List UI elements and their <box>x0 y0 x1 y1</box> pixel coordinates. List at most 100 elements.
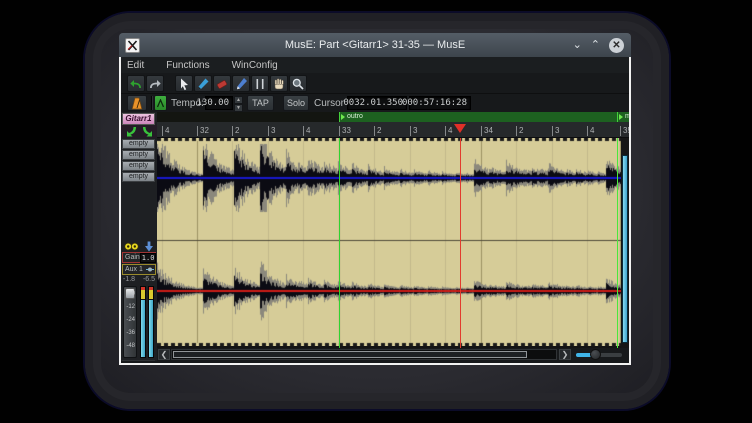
gain-row: Gain 1.0 <box>122 252 156 263</box>
hscroll-thumb[interactable] <box>173 351 527 358</box>
pointer-tool-button[interactable] <box>175 75 193 92</box>
marker-outro[interactable]: outro <box>339 112 617 122</box>
gain-value[interactable]: 1.0 <box>140 253 157 263</box>
part-name-badge[interactable]: Gitarr1 <box>122 113 155 125</box>
range-icon <box>253 77 267 91</box>
solo-button[interactable]: Solo <box>283 95 309 111</box>
ruler-tick: 3 <box>268 126 275 136</box>
ruler-tick: 2 <box>374 126 381 136</box>
level-db-display[interactable]: 1.0 dB <box>122 360 155 361</box>
route-row <box>121 240 157 252</box>
meter-left <box>140 286 146 358</box>
ruler-tick: 2 <box>516 126 523 136</box>
next-part-icon[interactable] <box>141 126 153 137</box>
aux-row: Aux 1 <box>122 264 156 275</box>
aux-knob-icon[interactable] <box>145 266 155 273</box>
wave-editor: Gitarr1 emptyemptyemptyempty <box>121 112 629 361</box>
undo-button[interactable] <box>127 75 145 92</box>
empty-slot-button[interactable]: empty <box>122 150 155 160</box>
cursor-bbt-field: 0032.01.350 <box>347 96 407 110</box>
aux-label: Aux 1 <box>123 266 143 273</box>
cursor-label: Cursor <box>314 98 344 109</box>
fader-scale-label: -12 <box>126 304 135 310</box>
marker-mo[interactable]: mo <box>617 112 629 122</box>
hand-icon <box>272 77 286 91</box>
hscroll-track[interactable] <box>171 349 557 360</box>
meter-right <box>148 286 154 358</box>
eraser-tool-button[interactable] <box>213 75 231 92</box>
draw-icon <box>234 77 248 91</box>
tap-button[interactable]: TAP <box>247 95 274 111</box>
ruler-tick: 4 <box>445 126 452 136</box>
empty-slot-button[interactable]: empty <box>122 172 155 182</box>
stereo-icon[interactable] <box>124 242 139 251</box>
pencil-icon <box>196 77 210 91</box>
spin-up-icon[interactable]: ▲ <box>234 96 243 104</box>
metronome-icon <box>131 97 143 110</box>
ruler-tick: 4 <box>303 126 310 136</box>
track-panel: Gitarr1 emptyemptyemptyempty <box>121 112 157 361</box>
waveform-canvas[interactable] <box>157 138 621 346</box>
title-bar[interactable]: MusE: Part <Gitarr1> 31-35 — MusE ⌄ ⌃ ✕ <box>119 33 631 57</box>
range-tool-button[interactable] <box>251 75 269 92</box>
marker-flag-icon <box>619 114 623 120</box>
prev-part-icon[interactable] <box>126 126 138 137</box>
empty-slot-button[interactable]: empty <box>122 161 155 171</box>
minimize-icon[interactable]: ⌄ <box>573 40 582 51</box>
hzoom-slider[interactable] <box>576 353 622 357</box>
muse-window: MusE: Part <Gitarr1> 31-35 — MusE ⌄ ⌃ ✕ … <box>119 33 631 365</box>
tempo-value-field[interactable]: 130.00 <box>205 96 233 110</box>
pan-tool-button[interactable] <box>270 75 288 92</box>
ruler-tick: 35 <box>620 126 629 136</box>
time-ruler[interactable]: 432234332343423435 <box>157 122 629 138</box>
window-content: Edit Functions WinConfig <box>119 57 631 365</box>
ruler-tick: 2 <box>232 126 239 136</box>
scroll-right-icon[interactable]: ❯ <box>559 349 571 360</box>
canvas-vertical-line <box>617 138 618 348</box>
magnifier-icon <box>291 77 305 91</box>
menu-item-functions[interactable]: Functions <box>166 59 217 72</box>
pencil-tool-button[interactable] <box>194 75 212 92</box>
marker-strip[interactable]: outromo <box>157 112 629 122</box>
maximize-icon[interactable]: ⌃ <box>591 40 600 51</box>
fader-scale-label: -24 <box>126 317 135 323</box>
ruler-tick: 34 <box>481 126 493 136</box>
menu-item-winconfig[interactable]: WinConfig <box>232 59 286 72</box>
canvas-vertical-line <box>339 138 340 348</box>
fader-scale-label: -48 <box>126 343 135 349</box>
ruler-tick: 4 <box>162 126 169 136</box>
empty-slot-button[interactable]: empty <box>122 139 155 149</box>
peak-values: -1.8 -6.5 <box>123 276 155 283</box>
draw-tool-button[interactable] <box>232 75 250 92</box>
undo-icon <box>129 77 143 91</box>
window-title: MusE: Part <Gitarr1> 31-35 — MusE <box>119 39 631 51</box>
menu-bar: Edit Functions WinConfig <box>121 57 629 73</box>
canvas-vertical-line <box>460 138 461 348</box>
eraser-icon <box>215 77 229 91</box>
ruler-tick: 3 <box>552 126 559 136</box>
menu-item-edit[interactable]: Edit <box>127 59 152 72</box>
close-icon[interactable]: ✕ <box>609 38 624 53</box>
screen: MusE: Part <Gitarr1> 31-35 — MusE ⌄ ⌃ ✕ … <box>0 0 752 423</box>
vertical-zoom-scrollbar[interactable] <box>622 155 628 343</box>
tempo-spinner[interactable]: ▲ ▼ <box>234 96 243 110</box>
edit-toolbar <box>121 73 629 93</box>
peak-right-value: -6.5 <box>143 276 155 283</box>
master-track-icon <box>156 99 165 108</box>
playhead-icon[interactable] <box>454 124 466 133</box>
scroll-left-icon[interactable]: ❮ <box>158 349 170 360</box>
ruler-tick: 32 <box>197 126 209 136</box>
arrow-down-icon[interactable] <box>144 241 154 252</box>
waveform-canvas-area[interactable] <box>157 138 621 348</box>
hscroll-row: ❮ ❯ <box>157 348 629 361</box>
part-nav-row <box>121 125 157 138</box>
metronome-button[interactable] <box>127 95 147 111</box>
spin-down-icon[interactable]: ▼ <box>234 104 243 112</box>
zoom-tool-button[interactable] <box>289 75 307 92</box>
master-track-button[interactable] <box>154 95 167 111</box>
gain-label: Gain <box>123 254 140 261</box>
redo-button[interactable] <box>146 75 164 92</box>
ruler-tick: 3 <box>410 126 417 136</box>
volume-fader[interactable]: 0-12-24-36-48 <box>123 286 137 358</box>
hzoom-knob[interactable] <box>590 349 601 360</box>
